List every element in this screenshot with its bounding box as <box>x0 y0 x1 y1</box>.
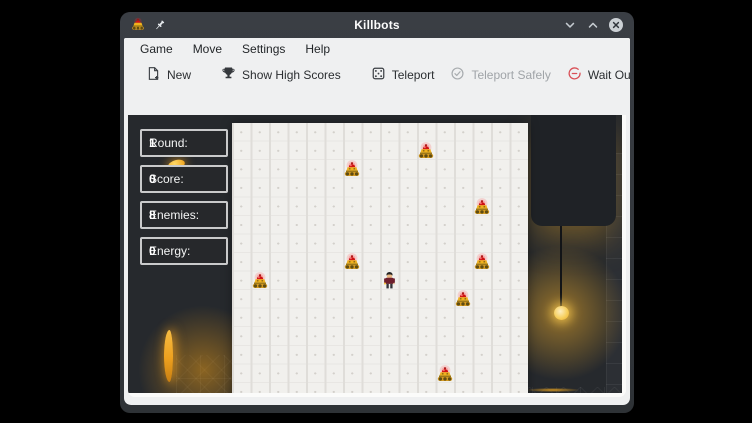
show-high-scores-button[interactable]: Show High Scores <box>213 62 349 88</box>
teleport-label: Teleport <box>392 68 435 82</box>
ceiling-panel <box>531 115 616 226</box>
enemy-robot-sprite[interactable] <box>250 272 270 292</box>
wait-out-round-label: Wait Out Round <box>588 68 630 82</box>
killbots-app-icon <box>130 17 146 33</box>
teleport-dice-icon <box>371 66 386 84</box>
wall-lamp <box>164 330 173 382</box>
enemy-robot-sprite[interactable] <box>472 253 492 273</box>
new-game-button[interactable]: New <box>138 62 199 88</box>
teleport-button[interactable]: Teleport <box>363 62 443 88</box>
window-content: Game Move Settings Help New <box>124 38 630 405</box>
game-scene: Round: 1 Score: 0 Enemies: 8 Energy: 0 <box>128 115 622 393</box>
enemy-robot-sprite[interactable] <box>472 198 492 218</box>
menu-item-game[interactable]: Game <box>130 39 183 59</box>
wait-out-round-button[interactable]: Wait Out Round <box>559 62 630 88</box>
stat-box-enemies: Enemies: 8 <box>140 201 228 229</box>
check-circle-icon <box>450 66 465 84</box>
minimize-button[interactable] <box>562 17 578 33</box>
titlebar[interactable]: Killbots <box>120 12 634 38</box>
enemy-robot-sprite[interactable] <box>342 253 362 273</box>
score-value: 0 <box>149 172 156 186</box>
game-grid[interactable] <box>232 123 528 393</box>
stat-box-score: Score: 0 <box>140 165 228 193</box>
show-high-scores-label: Show High Scores <box>242 68 341 82</box>
enemy-robot-sprite[interactable] <box>453 290 473 310</box>
menu-item-move[interactable]: Move <box>183 39 232 59</box>
menu-item-settings[interactable]: Settings <box>232 39 295 59</box>
stat-box-round: Round: 1 <box>140 129 228 157</box>
teleport-safely-button: Teleport Safely <box>442 62 558 88</box>
stat-box-energy: Energy: 0 <box>140 237 228 265</box>
killbots-window: Killbots Game Move Settings Help <box>120 12 634 413</box>
menubar: Game Move Settings Help <box>124 38 630 60</box>
new-game-label: New <box>167 68 191 82</box>
maximize-button[interactable] <box>585 17 601 33</box>
trophy-icon <box>221 66 236 84</box>
new-document-icon <box>146 66 161 84</box>
window-title: Killbots <box>120 18 634 32</box>
close-button[interactable] <box>608 17 624 33</box>
wait-out-round-icon <box>567 66 582 84</box>
enemies-label: Enemies: <box>149 208 199 222</box>
menu-item-help[interactable]: Help <box>295 39 340 59</box>
enemy-robot-sprite[interactable] <box>416 142 436 162</box>
enemies-value: 8 <box>149 208 156 222</box>
toolbar: New Show High Scores <box>124 60 630 89</box>
player-sprite[interactable] <box>382 271 397 290</box>
floor-light-strip <box>527 388 579 392</box>
enemy-robot-sprite[interactable] <box>435 365 455 385</box>
teleport-safely-label: Teleport Safely <box>471 68 550 82</box>
game-view-frame: Round: 1 Score: 0 Enemies: 8 Energy: 0 <box>128 115 626 397</box>
round-value: 1 <box>149 136 156 150</box>
hanging-lamp-bulb <box>554 306 569 320</box>
lamp-cord <box>560 226 562 307</box>
pin-icon[interactable] <box>153 19 166 32</box>
enemy-robot-sprite[interactable] <box>342 160 362 180</box>
energy-value: 0 <box>149 244 156 258</box>
